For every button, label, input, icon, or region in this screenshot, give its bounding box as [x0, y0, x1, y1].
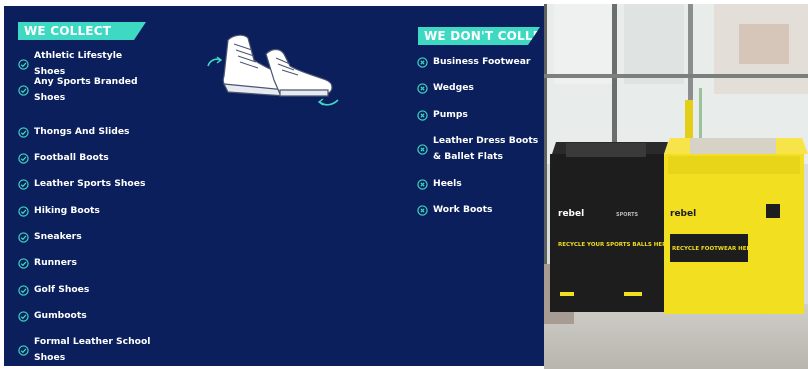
list-item: Thongs And Slides	[18, 124, 152, 140]
check-circle-icon	[18, 152, 29, 164]
list-item: Wedges	[417, 80, 544, 96]
list-item: Leather Sports Shoes	[18, 176, 152, 192]
list-item-label: Runners	[34, 257, 77, 268]
list-item-label: Business Footwear	[433, 56, 531, 67]
list-item-label: Leather Sports Shoes	[34, 178, 146, 189]
list-item: Any Sports Branded Shoes	[18, 74, 152, 106]
list-item-label: Sneakers	[34, 231, 82, 242]
bin-brand-logo: rebel	[670, 209, 696, 219]
recycling-bins-photo: rebel SPORTS RECYCLE YOUR SPORTS BALLS H…	[544, 4, 808, 369]
we-collect-heading: WE COLLECT	[18, 22, 146, 40]
list-item-label: Any Sports Branded Shoes	[34, 76, 138, 103]
qr-code-icon	[766, 204, 780, 218]
check-circle-icon	[18, 58, 29, 70]
x-circle-icon	[417, 109, 428, 121]
list-item: Football Boots	[18, 150, 152, 166]
list-item: Gumboots	[18, 308, 152, 324]
list-item: Runners	[18, 255, 152, 271]
bin-label: RECYCLE FOOTWEAR HERE	[672, 246, 755, 252]
list-item: Golf Shoes	[18, 282, 152, 298]
svg-text:SPORTS: SPORTS	[616, 212, 639, 218]
x-circle-icon	[417, 204, 428, 216]
check-circle-icon	[18, 284, 29, 296]
shoes-illustration	[207, 34, 339, 106]
check-circle-icon	[18, 84, 29, 96]
list-item-label: Leather Dress Boots & Ballet Flats	[433, 135, 539, 162]
list-item-label: Football Boots	[34, 152, 109, 163]
check-circle-icon	[18, 344, 29, 356]
list-item-label: Golf Shoes	[34, 284, 90, 295]
list-item-label: Gumboots	[34, 310, 87, 321]
check-circle-icon	[18, 310, 29, 322]
list-item: Pumps	[417, 107, 544, 123]
list-item: Formal Leather School Shoes	[18, 334, 152, 366]
list-item-label: Hiking Boots	[34, 205, 100, 216]
check-circle-icon	[18, 257, 29, 269]
recycling-info-panel: WE COLLECT Athletic Lifestyle Shoes Any …	[4, 6, 544, 366]
x-circle-icon	[417, 178, 428, 190]
list-item-label: Pumps	[433, 109, 468, 120]
list-item-label: Heels	[433, 178, 462, 189]
list-item: Business Footwear	[417, 54, 544, 70]
x-circle-icon	[417, 82, 428, 94]
list-item-label: Wedges	[433, 82, 474, 93]
list-item: Heels	[417, 176, 544, 192]
bin-brand-logo: rebel	[558, 209, 584, 219]
bin-label: RECYCLE YOUR SPORTS BALLS HERE	[558, 242, 670, 248]
check-circle-icon	[18, 205, 29, 217]
we-dont-collect-heading: WE DON'T COLLECT	[418, 27, 540, 45]
x-circle-icon	[417, 56, 428, 68]
list-item-label: Formal Leather School Shoes	[34, 336, 151, 363]
x-circle-icon	[417, 143, 428, 155]
list-item: Sneakers	[18, 229, 152, 245]
list-item: Leather Dress Boots & Ballet Flats	[417, 133, 544, 165]
check-circle-icon	[18, 178, 29, 190]
list-item: Hiking Boots	[18, 203, 152, 219]
black-bin: rebel SPORTS RECYCLE YOUR SPORTS BALLS H…	[550, 142, 670, 312]
check-circle-icon	[18, 126, 29, 138]
list-item: Work Boots	[417, 202, 544, 218]
list-item-label: Work Boots	[433, 204, 493, 215]
check-circle-icon	[18, 231, 29, 243]
list-item-label: Thongs And Slides	[34, 126, 130, 137]
